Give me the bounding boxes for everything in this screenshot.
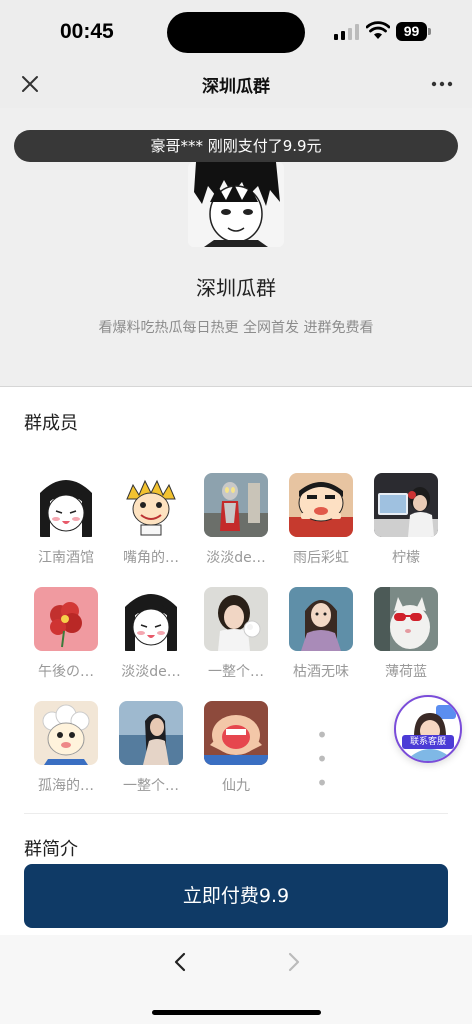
member-item[interactable]: 淡淡de… [111, 587, 191, 681]
member-item[interactable]: 柠檬 [366, 473, 446, 567]
member-item[interactable]: 嘴角的… [111, 473, 191, 567]
member-avatar [34, 473, 98, 537]
contact-support-button[interactable]: 联系客服 [394, 695, 462, 763]
member-name: 江南酒馆 [38, 550, 94, 566]
member-avatar [119, 473, 183, 537]
member-name: 雨后彩虹 [293, 550, 349, 566]
member-item[interactable]: 一整个… [111, 701, 191, 795]
member-avatar [34, 701, 98, 765]
dynamic-island [167, 12, 305, 53]
more-icon[interactable] [430, 74, 454, 94]
member-item[interactable]: 淡淡de… [196, 473, 276, 567]
group-name: 深圳瓜群 [196, 276, 276, 300]
group-avatar [188, 162, 284, 247]
member-name: 薄荷蓝 [385, 664, 427, 680]
payment-toast: 豪哥*** 刚刚支付了9.9元 [14, 130, 458, 162]
member-name: 午後の… [38, 664, 94, 680]
home-indicator [152, 1010, 321, 1015]
member-item[interactable]: 雨后彩虹 [281, 473, 361, 567]
member-name: 淡淡de… [206, 550, 266, 566]
member-name: 嘴角的… [123, 550, 179, 566]
member-avatar [289, 587, 353, 651]
browser-toolbar [0, 935, 472, 1024]
support-agent-icon [410, 705, 456, 761]
group-description: 看爆料吃热瓜每日热更 全网首发 进群免费看 [98, 320, 374, 336]
member-item[interactable]: 江南酒馆 [26, 473, 106, 567]
member-avatar [204, 587, 268, 651]
member-avatar [34, 587, 98, 651]
member-name: 柠檬 [392, 550, 420, 566]
member-item[interactable]: 午後の… [26, 587, 106, 681]
group-header: 豪哥*** 刚刚支付了9.9元 深圳瓜群 看爆料吃热瓜每日热更 全网首发 进群免… [0, 108, 472, 386]
member-name: 淡淡de… [121, 664, 181, 680]
member-avatar [204, 473, 268, 537]
intro-section-title: 群简介 [24, 839, 78, 860]
member-name: 仙九 [222, 778, 250, 794]
member-avatar [119, 587, 183, 651]
status-bar: 00:45 99 [0, 0, 472, 62]
member-name: 一整个… [123, 778, 179, 794]
pay-now-button[interactable]: 立即付费9.9 [24, 864, 448, 928]
status-time: 00:45 [60, 20, 114, 43]
member-avatar [289, 473, 353, 537]
more-members-indicator[interactable]: • • • [304, 723, 344, 795]
forward-arrow-icon[interactable] [282, 951, 304, 973]
member-item[interactable]: 薄荷蓝 [366, 587, 446, 681]
member-avatar [374, 473, 438, 537]
signal-icon [334, 24, 359, 40]
back-arrow-icon[interactable] [170, 951, 192, 973]
member-avatar [119, 701, 183, 765]
member-name: 枯酒无味 [293, 664, 349, 680]
page-title: 深圳瓜群 [202, 77, 270, 97]
member-name: 一整个… [208, 664, 264, 680]
member-item[interactable]: 一整个… [196, 587, 276, 681]
member-item[interactable]: 枯酒无味 [281, 587, 361, 681]
battery-indicator: 99 [396, 22, 431, 41]
nav-bar: 深圳瓜群 [0, 62, 472, 108]
member-name: 孤海的… [38, 778, 94, 794]
wifi-icon [366, 21, 390, 39]
member-item[interactable]: 孤海的… [26, 701, 106, 795]
member-item[interactable]: 仙九 [196, 701, 276, 795]
members-panel: 群成员 江南酒馆 嘴角的… 淡淡de… 雨后彩虹 柠檬 午後の… 淡淡de… 一… [0, 387, 472, 935]
member-avatar [374, 587, 438, 651]
support-label: 联系客服 [402, 735, 454, 749]
members-section-title: 群成员 [24, 413, 78, 434]
member-avatar [204, 701, 268, 765]
members-divider [24, 813, 448, 814]
